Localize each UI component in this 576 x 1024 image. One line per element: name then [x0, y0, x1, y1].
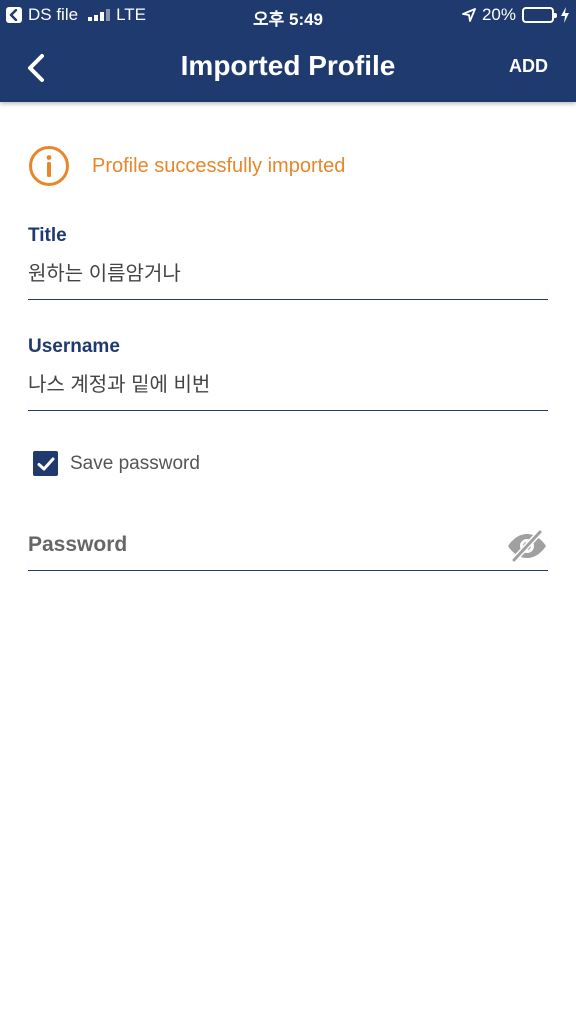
battery-icon — [522, 7, 557, 23]
title-field[interactable]: Title 원하는 이름암거나 — [28, 225, 548, 300]
status-bar: DS file LTE 오후 5:49 20% — [0, 0, 576, 30]
status-right: 20% — [462, 5, 570, 25]
password-input[interactable]: Password — [28, 533, 127, 557]
import-success-banner: Profile successfully imported — [28, 145, 345, 187]
import-success-message: Profile successfully imported — [92, 154, 346, 177]
title-input[interactable]: 원하는 이름암거나 — [28, 257, 548, 286]
username-label: Username — [28, 336, 120, 357]
checkmark-icon — [37, 457, 54, 470]
navigation-bar: Imported Profile ADD — [0, 30, 576, 102]
battery-percent: 20% — [481, 5, 516, 24]
page-title: Imported Profile — [180, 50, 396, 81]
save-password-label: Save password — [70, 452, 200, 474]
eye-slash-icon — [508, 529, 546, 563]
password-visibility-toggle[interactable] — [506, 529, 548, 563]
location-arrow-icon — [462, 8, 476, 22]
username-input[interactable]: 나스 계정과 밑에 비번 — [28, 368, 548, 397]
charging-bolt-icon — [561, 7, 569, 23]
info-circle-icon — [29, 146, 69, 186]
save-password-checkbox[interactable] — [33, 451, 58, 476]
add-button[interactable]: ADD — [509, 56, 548, 77]
password-field[interactable]: Password — [28, 520, 548, 571]
top-bar: DS file LTE 오후 5:49 20% Imported Profile… — [0, 0, 576, 102]
save-password-option[interactable]: Save password — [33, 451, 200, 476]
title-label: Title — [28, 225, 67, 246]
username-field[interactable]: Username 나스 계정과 밑에 비번 — [28, 336, 548, 411]
